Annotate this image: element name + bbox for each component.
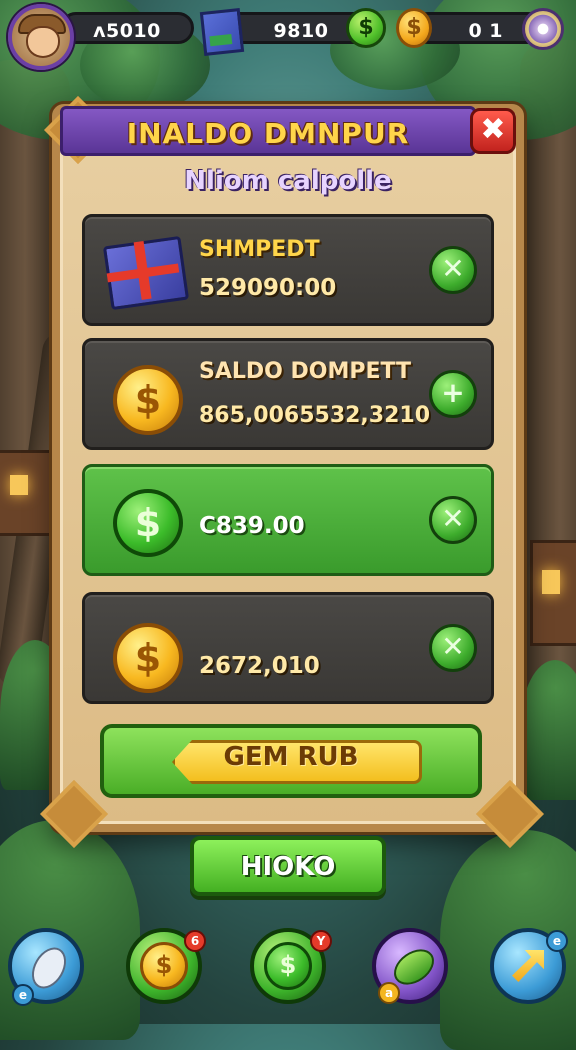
stat-pill-1: ᴧ5010 (60, 12, 194, 44)
coin-icon: $ (140, 942, 188, 990)
nav-badge-4: a (378, 982, 400, 1004)
reward-row-3: $ C839.00 ✕ (82, 464, 494, 576)
primary-button[interactable]: GEM RUB (100, 742, 482, 772)
gold-coin-icon: $ (113, 365, 183, 435)
gold-coin-icon: $ (113, 623, 183, 693)
nav-leaf-button[interactable]: a (372, 928, 448, 1004)
row-2-value: 865,0065532,3210 (199, 403, 431, 428)
secondary-button-label: HIOKO (240, 852, 336, 882)
reward-row-1: SHMPEDT 529090:00 ✕ (82, 214, 494, 326)
nav-badge-2: 6 (184, 930, 206, 952)
stat-1-value: ᴧ5010 (93, 20, 161, 42)
nav-badge-1: e (12, 984, 34, 1006)
arrow-icon (512, 950, 544, 982)
close-button[interactable]: ✖ (470, 108, 516, 154)
avatar-face (26, 26, 60, 58)
row-2-add-button[interactable]: + (429, 370, 477, 418)
gift-box-icon (102, 231, 190, 311)
gold-coin-stack-icon: $ (103, 355, 185, 435)
gem-box-icon (199, 8, 245, 56)
feather-icon (25, 941, 73, 995)
reward-row-2: $ SALDO DOMPETT 865,0065532,3210 + (82, 338, 494, 450)
green-dollar-icon: $ (113, 489, 183, 557)
nav-coin-button[interactable]: $ 6 (126, 928, 206, 1004)
row-3-close-button[interactable]: ✕ (429, 496, 477, 544)
green-coin-icon[interactable]: $ (346, 8, 386, 48)
row-1-label: SHMPEDT (199, 237, 320, 262)
reward-row-4: $ 2672,010 ✕ (82, 592, 494, 704)
secondary-button[interactable]: HIOKO (190, 836, 386, 896)
dialog-subtitle: Nliom calpolle (184, 166, 392, 196)
top-bar: ᴧ5010 9810 0 1 $ $ (0, 0, 576, 70)
row-1-value: 529090:00 (199, 275, 337, 301)
nav-badge-5: e (546, 930, 568, 952)
settings-gear-icon[interactable] (522, 8, 564, 50)
green-coin-icon: $ (103, 481, 185, 561)
nav-dollar-button[interactable]: $ Y (250, 928, 332, 1004)
player-avatar[interactable] (8, 4, 74, 70)
nav-arrow-button[interactable]: e (490, 928, 568, 1004)
row-4-close-button[interactable]: ✕ (429, 624, 477, 672)
dialog-title: INALDO DMNPUR (126, 117, 410, 150)
nav-feather-button[interactable]: e (8, 928, 84, 1006)
row-1-close-button[interactable]: ✕ (429, 246, 477, 294)
gold-coin-icon[interactable]: $ (396, 8, 432, 48)
row-4-value: 2672,010 (199, 653, 320, 679)
dollar-icon: $ (264, 942, 312, 990)
gold-coin-icon: $ (103, 609, 185, 693)
dialog-title-bar: INALDO DMNPUR (60, 106, 476, 156)
row-2-label: SALDO DOMPETT (199, 359, 412, 384)
nav-badge-3: Y (310, 930, 332, 952)
row-3-value: C839.00 (199, 513, 305, 539)
